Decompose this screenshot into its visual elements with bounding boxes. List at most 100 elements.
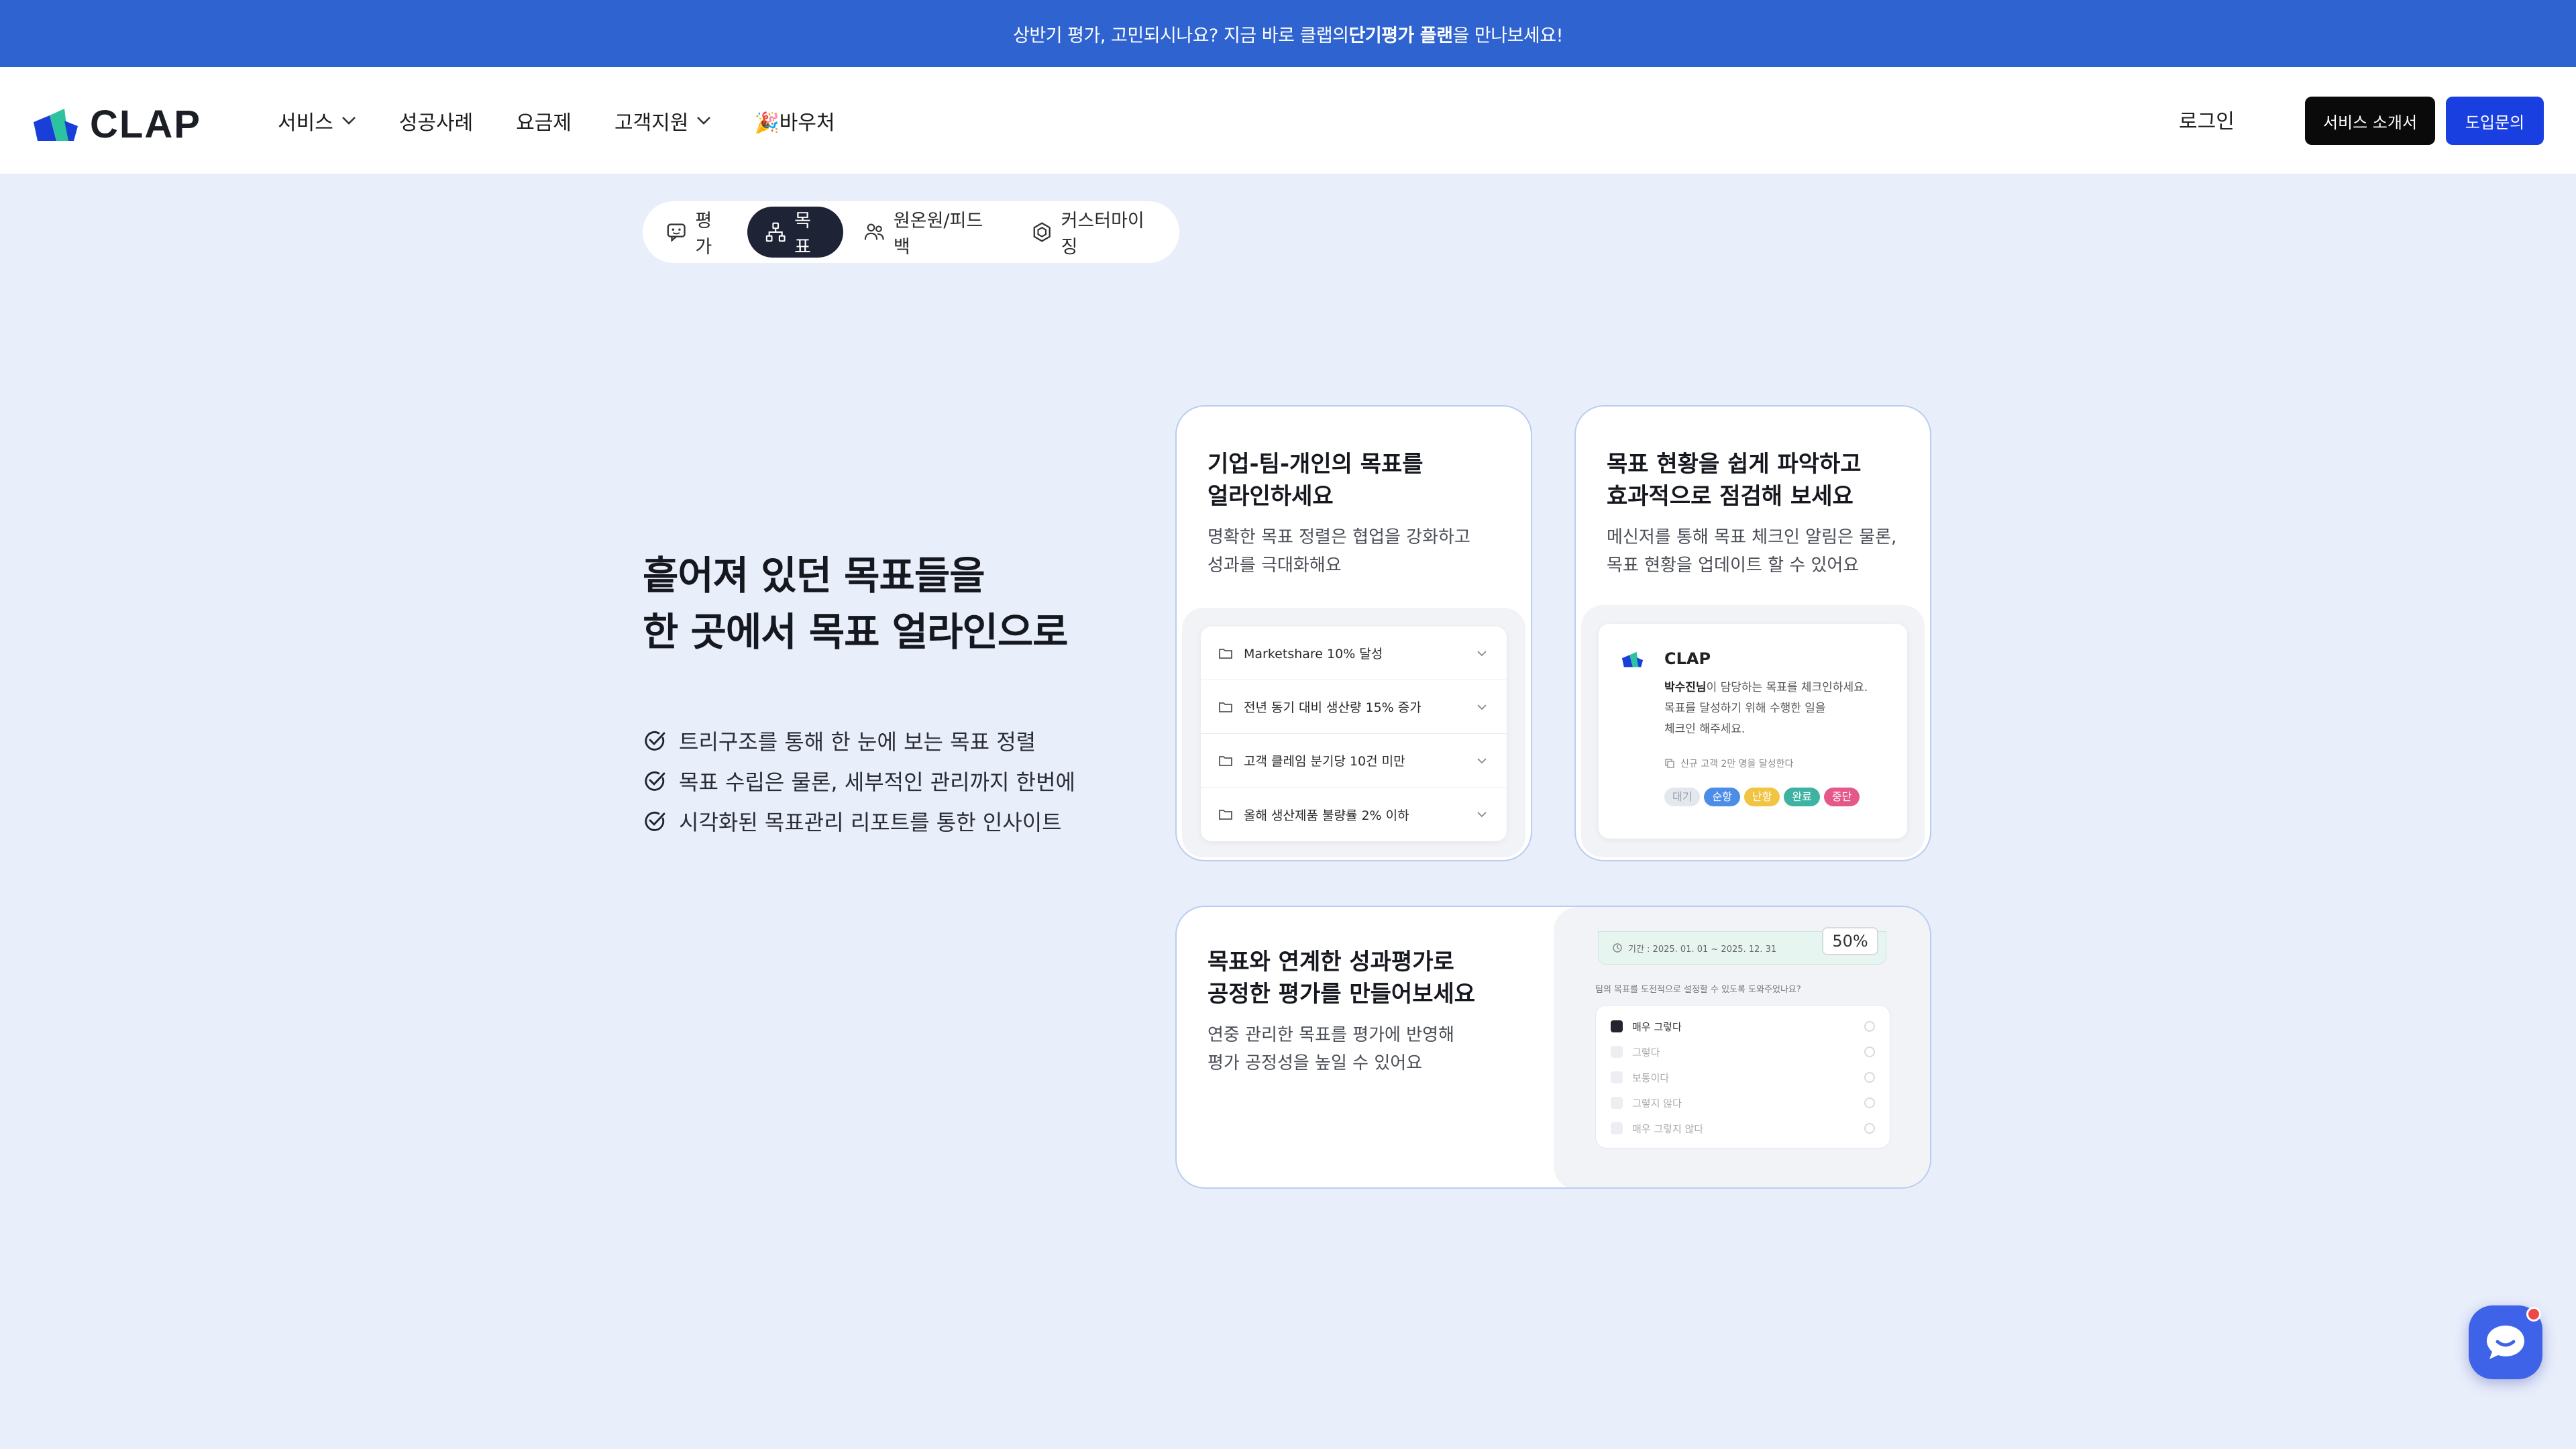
checkbox[interactable] bbox=[1611, 1122, 1623, 1134]
bullet-text: 시각화된 목표관리 리포트를 통한 인사이트 bbox=[679, 810, 1062, 835]
status-chip-difficult[interactable]: 난항 bbox=[1743, 788, 1780, 806]
goal-label: 전년 동기 대비 생산량 15% 증가 bbox=[1244, 700, 1421, 715]
status-chip-stopped[interactable]: 중단 bbox=[1823, 788, 1860, 806]
hexagon-icon bbox=[1033, 222, 1051, 242]
goal-row[interactable]: Marketshare 10% 달성 bbox=[1201, 627, 1507, 680]
feature-card-evaluation: 목표와 연계한 성과평가로 공정한 평가를 만들어보세요 연중 관리한 목표를 … bbox=[1175, 906, 1931, 1189]
announcement-suffix: 을 만나보세요! bbox=[1452, 25, 1563, 46]
clap-logo-icon bbox=[34, 108, 78, 141]
main-nav: 서비스 성공사례 요금제 고객지원 🎉바우처 bbox=[278, 67, 835, 174]
card-desc-line: 메신저를 통해 목표 체크인 알림은 물론, bbox=[1607, 527, 1897, 547]
status-chip-on-track[interactable]: 순항 bbox=[1704, 788, 1740, 806]
nav-item-success-stories[interactable]: 성공사례 bbox=[399, 106, 473, 136]
goal-label: 고객 클레임 분기당 10건 미만 bbox=[1244, 754, 1405, 769]
login-link[interactable]: 로그인 bbox=[2179, 105, 2235, 134]
goal-label: Marketshare 10% 달성 bbox=[1244, 647, 1383, 661]
check-circle-icon bbox=[645, 771, 665, 791]
card-title-line: 얼라인하세요 bbox=[1208, 483, 1334, 510]
status-chips: 대기 순항 난항 완료 중단 bbox=[1664, 788, 1864, 806]
message-goal-text: 신규 고객 2만 명을 달성한다 bbox=[1680, 759, 1794, 769]
nav-label: 성공사례 bbox=[398, 111, 474, 135]
answer-option[interactable]: 그렇다 bbox=[1596, 1039, 1890, 1065]
folder-icon bbox=[1219, 702, 1232, 712]
radio-icon bbox=[1864, 1123, 1875, 1134]
tab-one-on-one[interactable]: 원온원/피드백 bbox=[847, 207, 1011, 258]
nav-item-support[interactable]: 고객지원 bbox=[614, 106, 711, 136]
nav-item-voucher[interactable]: 🎉바우처 bbox=[754, 106, 835, 136]
tab-evaluation[interactable]: 평가 bbox=[649, 207, 743, 258]
goal-period: 기간 : 2025. 01. 01 ~ 2025. 12. 31 bbox=[1628, 944, 1777, 955]
tab-label: 커스터마이징 bbox=[1061, 211, 1144, 258]
contact-button[interactable]: 도입문의 bbox=[2446, 97, 2544, 145]
folder-icon bbox=[1219, 648, 1232, 659]
tab-label: 원온원/피드백 bbox=[893, 211, 983, 258]
list-item: 트리구조를 통해 한 눈에 보는 목표 정렬 bbox=[643, 720, 1075, 761]
card-title-line: 기업-팀-개인의 목표를 bbox=[1208, 451, 1424, 478]
radio-icon bbox=[1864, 1097, 1875, 1108]
option-label: 매우 그렇지 않다 bbox=[1632, 1122, 1704, 1135]
option-label: 보통이다 bbox=[1632, 1071, 1670, 1084]
answer-option[interactable]: 매우 그렇지 않다 bbox=[1596, 1116, 1890, 1141]
checkbox[interactable] bbox=[1611, 1071, 1623, 1083]
option-label: 그렇지 않다 bbox=[1632, 1097, 1682, 1110]
message-recipient: 박수진님 bbox=[1664, 681, 1707, 694]
goal-row[interactable]: 고객 클레임 분기당 10건 미만 bbox=[1201, 734, 1507, 788]
card-title: 목표 현황을 쉽게 파악하고 효과적으로 점검해 보세요 bbox=[1607, 448, 1862, 513]
card-desc-line: 명확한 목표 정렬은 협업을 강화하고 bbox=[1208, 527, 1470, 547]
tab-goals[interactable]: 목표 bbox=[747, 207, 844, 258]
answer-option[interactable]: 그렇지 않다 bbox=[1596, 1090, 1890, 1116]
list-item: 시각화된 목표관리 리포트를 통한 인사이트 bbox=[643, 801, 1075, 841]
card-title-line: 공정한 평가를 만들어보세요 bbox=[1208, 981, 1476, 1008]
chat-bubble-icon bbox=[2487, 1326, 2524, 1359]
goal-row[interactable]: 전년 동기 대비 생산량 15% 증가 bbox=[1201, 680, 1507, 734]
option-label: 그렇다 bbox=[1632, 1046, 1660, 1059]
check-circle-icon bbox=[645, 812, 665, 831]
service-intro-button[interactable]: 서비스 소개서 bbox=[2305, 97, 2435, 145]
status-chip-waiting[interactable]: 대기 bbox=[1664, 788, 1701, 806]
feature-tabs: 평가 목표 원온원/피드백 커스터마이징 bbox=[643, 201, 1179, 263]
radio-icon bbox=[1864, 1021, 1875, 1032]
answer-option[interactable]: 보통이다 bbox=[1596, 1065, 1890, 1090]
answer-option[interactable]: 매우 그렇다 bbox=[1596, 1014, 1890, 1039]
card-title-line: 목표와 연계한 성과평가로 bbox=[1208, 949, 1454, 975]
message-brand: CLAP bbox=[1664, 649, 1711, 668]
tab-customizing[interactable]: 커스터마이징 bbox=[1015, 207, 1173, 258]
evaluation-panel: 기간 : 2025. 01. 01 ~ 2025. 12. 31 50% 팀의 … bbox=[1554, 907, 1930, 1187]
radio-icon bbox=[1864, 1072, 1875, 1083]
checkbox-checked[interactable] bbox=[1611, 1020, 1623, 1032]
tab-label: 평가 bbox=[695, 211, 712, 258]
nav-item-pricing[interactable]: 요금제 bbox=[516, 106, 572, 136]
chat-button[interactable] bbox=[2469, 1305, 2542, 1379]
card-desc-line: 평가 공정성을 높일 수 있어요 bbox=[1208, 1053, 1423, 1073]
nav-item-services[interactable]: 서비스 bbox=[278, 106, 356, 136]
card-description: 연중 관리한 목표를 평가에 반영해 평가 공정성을 높일 수 있어요 bbox=[1208, 1021, 1454, 1077]
card-title-line: 효과적으로 점검해 보세요 bbox=[1607, 483, 1854, 510]
notification-dot bbox=[2526, 1307, 2541, 1322]
status-chip-done[interactable]: 완료 bbox=[1784, 788, 1820, 806]
people-icon bbox=[865, 223, 885, 240]
answer-options: 매우 그렇다 그렇다 보통이다 그렇지 않다 매우 그렇지 않다 bbox=[1595, 1005, 1890, 1148]
hero-bullets: 트리구조를 통해 한 눈에 보는 목표 정렬 목표 수립은 물론, 세부적인 관… bbox=[643, 720, 1075, 841]
message-text: 목표를 달성하기 위해 수행한 일을 bbox=[1664, 702, 1826, 715]
site-header: CLAP 서비스 성공사례 요금제 고객지원 🎉바우처 로그인 서비스 소개서 … bbox=[0, 67, 2576, 174]
card-title: 기업-팀-개인의 목표를 얼라인하세요 bbox=[1208, 448, 1424, 513]
card-title: 목표와 연계한 성과평가로 공정한 평가를 만들어보세요 bbox=[1208, 946, 1475, 1010]
goal-row[interactable]: 올해 생산제품 불량률 2% 이하 bbox=[1201, 788, 1507, 841]
hero-title-line: 흩어져 있던 목표들을 bbox=[643, 553, 985, 598]
hero-title: 흩어져 있던 목표들을 한 곳에서 목표 얼라인으로 bbox=[643, 547, 1069, 660]
feature-card-align: 기업-팀-개인의 목표를 얼라인하세요 명확한 목표 정렬은 협업을 강화하고 … bbox=[1175, 405, 1532, 861]
checkbox[interactable] bbox=[1611, 1046, 1623, 1058]
goal-list: Marketshare 10% 달성 전년 동기 대비 생산량 15% 증가 고… bbox=[1201, 627, 1507, 841]
card-desc-line: 성과를 극대화해요 bbox=[1208, 555, 1342, 576]
nav-label: 고객지원 bbox=[614, 111, 689, 135]
hero-title-line: 한 곳에서 목표 얼라인으로 bbox=[643, 609, 1069, 655]
logo[interactable]: CLAP bbox=[32, 102, 201, 147]
messenger-panel: CLAP 박수진님이 담당하는 목표를 체크인하세요. 목표를 달성하기 위해 … bbox=[1581, 605, 1925, 857]
progress-percent: 50% bbox=[1822, 927, 1878, 955]
nav-label: 요금제 bbox=[516, 111, 572, 135]
checkbox[interactable] bbox=[1611, 1097, 1623, 1109]
card-description: 명확한 목표 정렬은 협업을 강화하고 성과를 극대화해요 bbox=[1208, 523, 1470, 580]
bullet-text: 목표 수립은 물론, 세부적인 관리까지 한번에 bbox=[679, 769, 1075, 795]
card-description: 메신저를 통해 목표 체크인 알림은 물론, 목표 현황을 업데이트 할 수 있… bbox=[1607, 523, 1896, 580]
announcement-bar[interactable]: 상반기 평가, 고민되시나요? 지금 바로 클랩의 단기평가 플랜 을 만나보세요… bbox=[0, 0, 2576, 67]
